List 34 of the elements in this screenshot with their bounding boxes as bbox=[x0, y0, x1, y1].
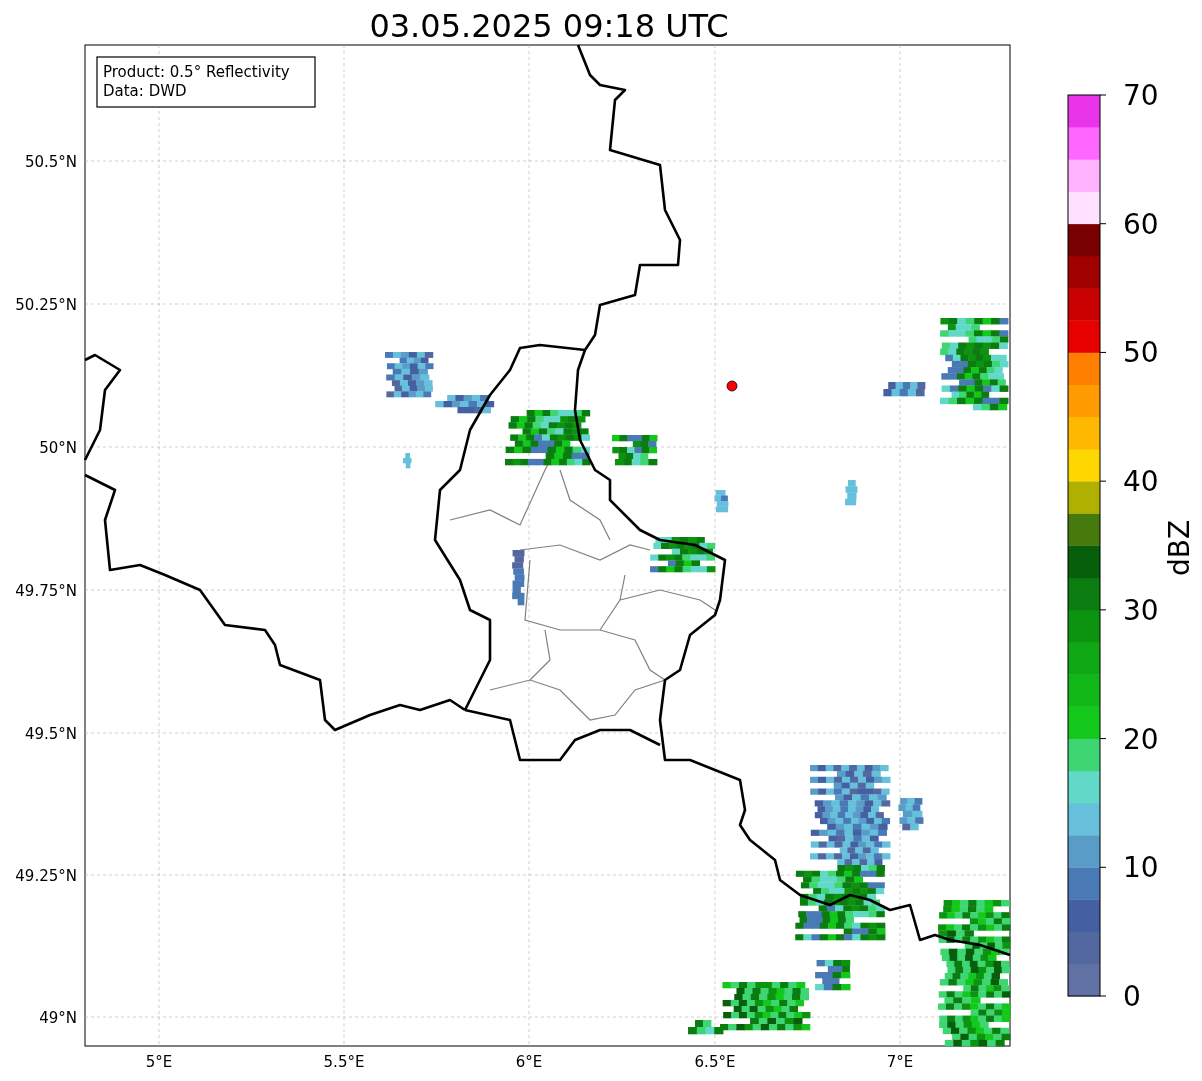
colorbar-label: dBZ bbox=[1163, 519, 1196, 577]
chart-title: 03.05.2025 09:18 UTC bbox=[369, 7, 729, 45]
colorbar-tick-label: 0 bbox=[1123, 980, 1141, 1013]
radar-echo-drawing bbox=[403, 453, 412, 469]
radar-echo-drawing bbox=[612, 435, 658, 466]
radar-echo-drawing bbox=[845, 480, 858, 506]
colorbar-tick-label: 50 bbox=[1123, 336, 1159, 370]
axis-tick-label: 49.5°N bbox=[24, 725, 77, 743]
radar-echo-drawing bbox=[714, 490, 729, 513]
radar-echo-drawing bbox=[883, 382, 926, 397]
radar-echo-drawing bbox=[815, 960, 851, 991]
radar-echo-drawing bbox=[650, 537, 716, 573]
axis-tick-label: 50.5°N bbox=[24, 153, 77, 171]
axis-tick-label: 7°E bbox=[886, 1053, 914, 1071]
legend-text: Data: DWD bbox=[103, 82, 187, 100]
radar-echo-drawing bbox=[512, 550, 525, 606]
axis-tick-label: 49.25°N bbox=[15, 867, 77, 885]
axis-tick-label: 49.75°N bbox=[15, 582, 77, 600]
axis-tick-label: 5.5°E bbox=[323, 1053, 365, 1071]
colorbar-tick-label: 30 bbox=[1123, 593, 1159, 627]
axis-tick-label: 6°E bbox=[515, 1053, 543, 1071]
colorbar-tick-label: 20 bbox=[1123, 722, 1159, 756]
radar-echo-drawing bbox=[898, 798, 924, 831]
axis-tick-label: 50°N bbox=[39, 439, 77, 457]
colorbar-tick-label: 60 bbox=[1123, 207, 1159, 241]
location-marker bbox=[726, 380, 738, 392]
axis-tick-label: 50.25°N bbox=[15, 296, 77, 314]
axis-tick-label: 6.5°E bbox=[694, 1053, 736, 1071]
axis-tick-label: 5°E bbox=[145, 1053, 173, 1071]
colorbar-tick-label: 70 bbox=[1123, 79, 1159, 112]
colorbar-tick-label: 10 bbox=[1123, 851, 1159, 885]
axis-tick-label: 49°N bbox=[39, 1009, 77, 1027]
colorbar-tick-label: 40 bbox=[1123, 465, 1159, 499]
legend-text: Product: 0.5° Reflectivity bbox=[103, 63, 290, 81]
